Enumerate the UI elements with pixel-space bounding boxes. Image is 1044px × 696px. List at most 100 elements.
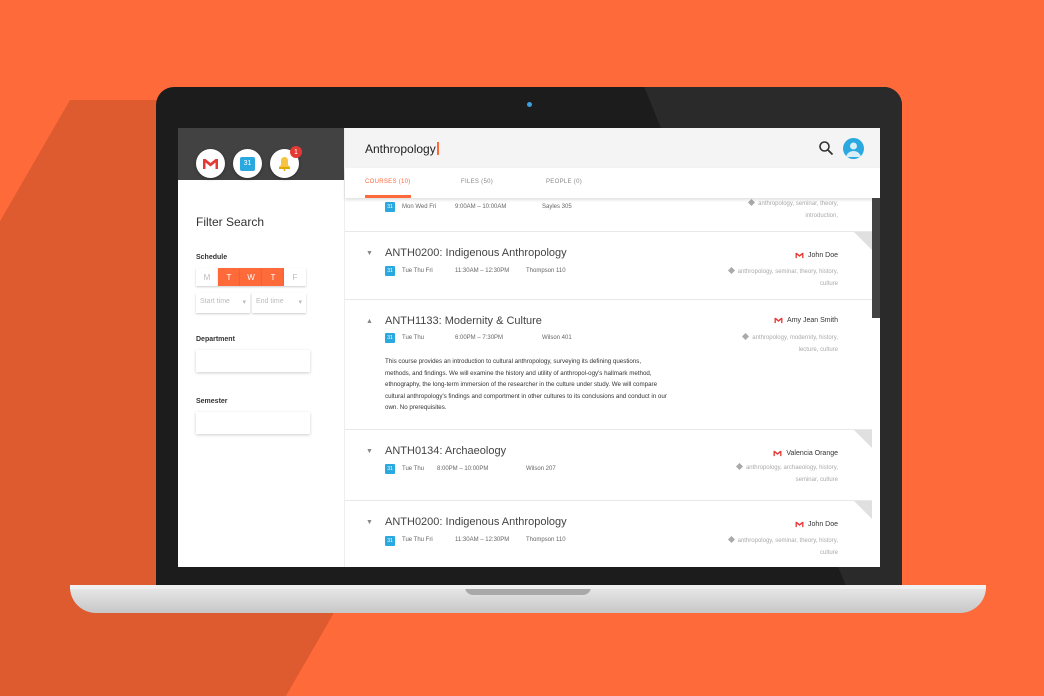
calendar-icon: 31 bbox=[385, 333, 395, 343]
course-tags: anthropology, seminar, theory, history, … bbox=[723, 535, 838, 559]
tab-people[interactable]: PEOPLE (0) bbox=[546, 179, 582, 185]
filter-search-title: Filter Search bbox=[196, 215, 265, 229]
expand-arrow-icon[interactable]: ▼ bbox=[366, 448, 373, 455]
day-thursday[interactable]: T bbox=[262, 268, 284, 286]
app-launchers: 31 1 bbox=[196, 146, 302, 178]
course-tags: anthropology, modernity, history, lectur… bbox=[723, 332, 838, 356]
app-screen: 31 1 Filter Search Schedule M T W T F St… bbox=[178, 128, 880, 567]
notifications-button[interactable]: 1 bbox=[270, 146, 302, 178]
gmail-icon bbox=[773, 450, 782, 457]
laptop-bezel: 31 1 Filter Search Schedule M T W T F St… bbox=[156, 87, 902, 587]
course-title[interactable]: ANTH0134: Archaeology bbox=[385, 445, 506, 457]
course-time: 9:00AM – 10:00AM bbox=[455, 204, 507, 210]
time-range: Start time ▾ End time ▾ bbox=[196, 293, 306, 313]
course-title[interactable]: ANTH1133: Modernity & Culture bbox=[385, 315, 542, 327]
person-icon bbox=[846, 142, 861, 157]
department-label: Department bbox=[196, 336, 235, 343]
instructor-name: Valencia Orange bbox=[786, 450, 838, 457]
dropdown-arrow-icon: ▾ bbox=[298, 299, 302, 306]
gmail-app-button[interactable] bbox=[196, 149, 225, 178]
course-time: 11:30AM – 12:30PM bbox=[455, 537, 510, 543]
course-time: 11:30AM – 12:30PM bbox=[455, 268, 510, 274]
instructor-name: Amy Jean Smith bbox=[787, 317, 838, 324]
gmail-icon bbox=[795, 252, 804, 259]
search-bar: Anthropology bbox=[345, 128, 880, 168]
course-title[interactable]: ANTH0200: Indigenous Anthropology bbox=[385, 247, 567, 259]
course-title[interactable]: ANTH0200: Indigenous Anthropology bbox=[385, 516, 567, 528]
course-days: Tue Thu bbox=[402, 335, 425, 341]
filter-sidebar: 31 1 Filter Search Schedule M T W T F St… bbox=[178, 128, 345, 567]
course-row-expanded[interactable]: ▲ ANTH1133: Modernity & Culture 31 Tue T… bbox=[345, 300, 872, 430]
laptop-base-edge bbox=[70, 585, 986, 589]
collapse-arrow-icon[interactable]: ▲ bbox=[366, 318, 373, 325]
course-tags: anthropology, archaeology, history, semi… bbox=[723, 462, 838, 486]
calendar-app-button[interactable]: 31 bbox=[233, 149, 262, 178]
course-time: 8:00PM – 10:00PM bbox=[437, 466, 489, 472]
course-room: Sayles 305 bbox=[542, 204, 572, 210]
tab-files[interactable]: FILES (50) bbox=[461, 179, 493, 185]
instructor[interactable]: John Doe bbox=[795, 521, 838, 528]
day-wednesday[interactable]: W bbox=[240, 268, 262, 286]
day-tuesday[interactable]: T bbox=[218, 268, 240, 286]
search-icon[interactable] bbox=[818, 140, 834, 156]
day-friday[interactable]: F bbox=[284, 268, 306, 286]
course-days: Tue Thu Fri bbox=[402, 268, 433, 274]
course-description: This course provides an introduction to … bbox=[385, 358, 667, 412]
active-tab-indicator bbox=[365, 195, 411, 198]
page-fold bbox=[854, 232, 872, 250]
search-input[interactable]: Anthropology bbox=[365, 142, 439, 156]
results-pane: Anthropology COURSES (10) FILES (50) PEO… bbox=[345, 128, 880, 567]
course-time: 6:00PM – 7:30PM bbox=[455, 335, 504, 341]
day-monday[interactable]: M bbox=[196, 268, 218, 286]
course-tags: anthropology, seminar, theory, history, … bbox=[723, 266, 838, 290]
course-row[interactable]: 31 Mon Wed Fri 9:00AM – 10:00AM Sayles 3… bbox=[345, 198, 872, 232]
course-room: Wilson 207 bbox=[526, 466, 556, 472]
tab-courses[interactable]: COURSES (10) bbox=[365, 179, 411, 185]
sidebar-header: 31 1 bbox=[178, 128, 344, 180]
course-days: Mon Wed Fri bbox=[402, 204, 437, 210]
dropdown-arrow-icon: ▾ bbox=[242, 299, 246, 306]
expand-arrow-icon[interactable]: ▼ bbox=[366, 519, 373, 526]
schedule-label: Schedule bbox=[196, 254, 228, 261]
expand-arrow-icon[interactable]: ▼ bbox=[366, 250, 373, 257]
calendar-icon: 31 bbox=[385, 266, 395, 276]
result-tabs: COURSES (10) FILES (50) PEOPLE (0) bbox=[345, 168, 880, 198]
calendar-icon: 31 bbox=[385, 536, 395, 546]
course-days: Tue Thu Fri bbox=[402, 537, 433, 543]
notification-badge: 1 bbox=[290, 146, 302, 158]
tag-icon bbox=[735, 462, 743, 471]
tag-icon bbox=[727, 535, 735, 544]
department-field[interactable] bbox=[196, 350, 310, 372]
course-tags: anthropology, seminar, theory, introduct… bbox=[723, 198, 838, 222]
camera bbox=[527, 102, 532, 107]
user-avatar[interactable] bbox=[843, 138, 864, 159]
course-room: Wilson 401 bbox=[542, 335, 572, 341]
start-time-select[interactable]: Start time ▾ bbox=[196, 293, 250, 313]
scrollbar[interactable] bbox=[872, 198, 880, 318]
course-tags-text: anthropology, seminar, theory, introduct… bbox=[758, 201, 838, 219]
bell-icon bbox=[279, 157, 290, 171]
course-list: 31 Mon Wed Fri 9:00AM – 10:00AM Sayles 3… bbox=[345, 198, 872, 567]
course-days: Tue Thu bbox=[402, 466, 425, 472]
tag-icon bbox=[727, 266, 735, 275]
course-tags-text: anthropology, archaeology, history, semi… bbox=[745, 465, 838, 483]
course-row[interactable]: ▼ ANTH0200: Indigenous Anthropology 31 T… bbox=[345, 232, 872, 300]
start-time-placeholder: Start time bbox=[200, 298, 230, 305]
instructor[interactable]: Valencia Orange bbox=[773, 450, 838, 457]
instructor[interactable]: John Doe bbox=[795, 252, 838, 259]
page-fold bbox=[854, 501, 872, 519]
calendar-icon: 31 bbox=[385, 464, 395, 474]
semester-label: Semester bbox=[196, 398, 228, 405]
tag-icon bbox=[742, 332, 750, 341]
semester-field[interactable] bbox=[196, 412, 310, 434]
course-row[interactable]: ▼ ANTH0200: Indigenous Anthropology 31 T… bbox=[345, 501, 872, 567]
page-fold bbox=[854, 430, 872, 448]
end-time-select[interactable]: End time ▾ bbox=[252, 293, 306, 313]
course-tags-text: anthropology, seminar, theory, history, … bbox=[737, 269, 838, 287]
course-tags-text: anthropology, modernity, history, lectur… bbox=[752, 335, 838, 353]
calendar-icon: 31 bbox=[240, 156, 255, 171]
course-row[interactable]: ▼ ANTH0134: Archaeology 31 Tue Thu 8:00P… bbox=[345, 430, 872, 501]
course-tags-text: anthropology, seminar, theory, history, … bbox=[737, 538, 838, 556]
instructor[interactable]: Amy Jean Smith bbox=[774, 317, 838, 324]
laptop-base bbox=[70, 587, 986, 613]
